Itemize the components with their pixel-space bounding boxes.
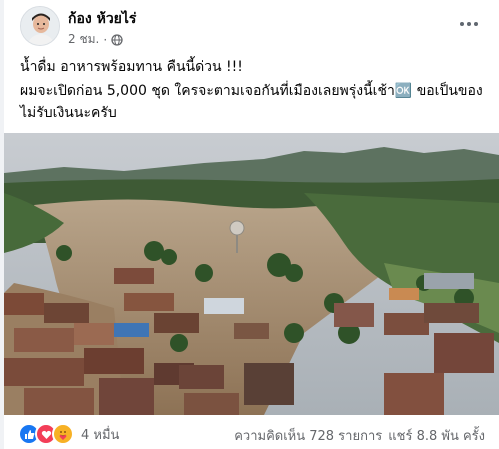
shares-count[interactable]: แชร์ 8.8 พัน ครั้ง [388,425,485,446]
post-text-line1: น้ำดื่ม อาหารพร้อมทาน คืนนี้ด่วน !!! [20,59,243,75]
post-time[interactable]: 2 ชม. [68,30,99,49]
author-name[interactable]: ก้อง ห้วยไร่ [68,8,136,30]
post-meta: 2 ชม. · [68,30,123,49]
post-stats: ความคิดเห็น 728 รายการ แชร์ 8.8 พัน ครั้… [234,425,485,446]
author-avatar[interactable] [20,6,60,46]
more-options-button[interactable] [457,12,481,36]
care-icon [52,423,74,445]
reactions-summary[interactable]: 4 หมื่น [18,423,119,445]
more-dot [474,22,478,26]
post-text-line2: ผมจะเปิดก่อน 5,000 ชุด ใครจะตามเจอกันที่… [20,80,485,124]
post-photo[interactable] [4,133,499,415]
engagement-bar: 4 หมื่น ความคิดเห็น 728 รายการ แชร์ 8.8 … [4,415,499,449]
post-text-line3: ไม่รับเงินนะครับ [20,105,117,121]
more-dot [467,22,471,26]
post-header: ก้อง ห้วยไร่ 2 ชม. · [4,0,499,52]
more-dot [460,22,464,26]
globe-icon [111,33,123,46]
post-card: ก้อง ห้วยไร่ 2 ชม. · น้ำดื่ม อาหารพร้อมท… [4,0,499,449]
post-text-line2a: ผมจะเปิดก่อน 5,000 ชุด ใครจะตามเจอกันที่… [20,83,483,99]
comments-count[interactable]: ความคิดเห็น 728 รายการ [234,425,382,446]
reaction-count[interactable]: 4 หมื่น [81,424,119,445]
